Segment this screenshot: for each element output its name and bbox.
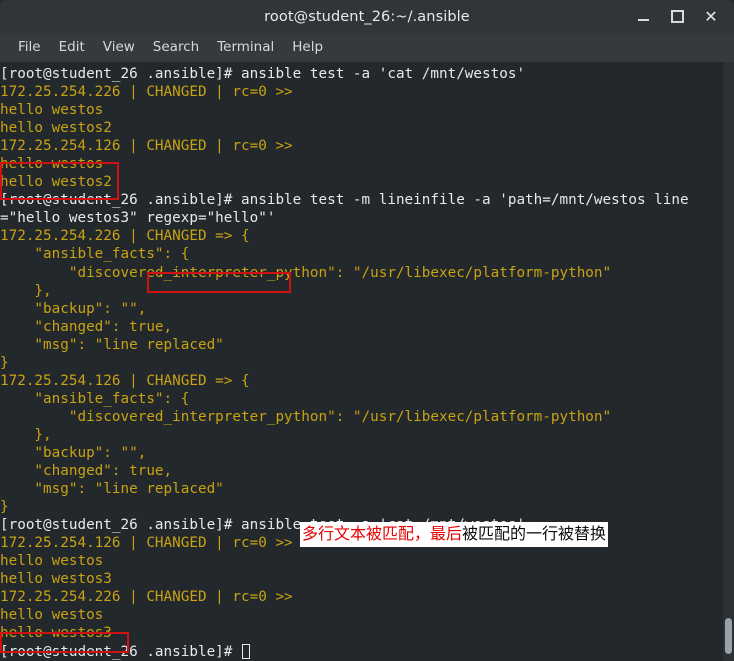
terminal-line: hello westos2 (0, 173, 723, 191)
terminal-line: } (0, 498, 723, 516)
terminal-line: 172.25.254.226 | CHANGED | rc=0 >> (0, 588, 723, 606)
maximize-button[interactable] (660, 0, 694, 33)
terminal-line: [root@student_26 .ansible]# (0, 643, 723, 661)
terminal-line-text: "backup": "", (0, 444, 147, 461)
terminal-line-text: 172.25.254.226 | CHANGED | rc=0 >> (0, 589, 293, 606)
terminal-line-text: hello westos (0, 607, 104, 624)
terminal-line-text: 172.25.254.226 | CHANGED => { (0, 228, 250, 245)
maximize-icon (670, 10, 684, 23)
terminal-line: hello westos (0, 101, 723, 119)
terminal-line-text: hello westos (0, 102, 104, 119)
menu-item-view[interactable]: View (94, 37, 144, 58)
menu-item-help[interactable]: Help (283, 37, 332, 58)
terminal-line: "ansible_facts": { (0, 390, 723, 408)
minimize-icon (637, 19, 649, 21)
scrollbar-track[interactable] (723, 62, 734, 661)
terminal-line-text: "ansible_facts": { (0, 246, 190, 263)
terminal-line-text: 172.25.254.126 | CHANGED => { (0, 372, 250, 389)
terminal-line: "backup": "", (0, 300, 723, 318)
terminal-line-text: "discovered_interpreter_python": "/usr/l… (0, 408, 612, 425)
terminal-line: hello westos3 (0, 570, 723, 588)
terminal-line-text: }, (0, 426, 52, 443)
terminal-line: hello westos3 (0, 624, 723, 642)
terminal-line-text: } (0, 499, 9, 516)
terminal-line: [root@student_26 .ansible]# ansible test… (0, 191, 723, 209)
menu-item-file[interactable]: File (9, 37, 50, 58)
terminal-line-text: "changed": true, (0, 463, 173, 480)
menu-item-search[interactable]: Search (144, 37, 208, 58)
minimize-button[interactable] (626, 0, 660, 33)
close-icon: ✕ (704, 6, 718, 26)
terminal-line: "msg": "line replaced" (0, 336, 723, 354)
terminal-line: "discovered_interpreter_python": "/usr/l… (0, 408, 723, 426)
terminal-line: } (0, 354, 723, 372)
terminal-line: "msg": "line replaced" (0, 480, 723, 498)
terminal-line: 172.25.254.226 | CHANGED => { (0, 227, 723, 245)
terminal-text: [root@student_26 .ansible]# ansible test… (0, 65, 723, 661)
terminal-line-text: hello westos3 (0, 625, 112, 642)
terminal-line-text: } (0, 354, 9, 371)
terminal-line-text: "changed": true, (0, 318, 173, 335)
terminal-line-text: "discovered_interpreter_python": "/usr/l… (0, 264, 612, 281)
menu-item-edit[interactable]: Edit (50, 37, 94, 58)
terminal-line-text: ="hello westos3" regexp="hello"' (0, 210, 276, 227)
terminal-line: hello westos (0, 155, 723, 173)
terminal-line: 172.25.254.126 | CHANGED => { (0, 372, 723, 390)
terminal-line-text: "msg": "line replaced" (0, 481, 224, 498)
menu-item-terminal[interactable]: Terminal (208, 37, 283, 58)
terminal-window: root@student_26:~/.ansible ✕ File Edit Vie… (0, 0, 734, 661)
annotation-text-red: 多行文本被匹配，最后 (302, 524, 463, 543)
terminal-line: hello westos2 (0, 119, 723, 137)
terminal-line-text: hello westos2 (0, 120, 112, 137)
window-controls: ✕ (626, 0, 728, 33)
terminal-line-text: hello westos (0, 553, 104, 570)
terminal-line: "ansible_facts": { (0, 245, 723, 263)
terminal-line-text: hello westos2 (0, 174, 112, 191)
terminal-line: [root@student_26 .ansible]# ansible test… (0, 65, 723, 83)
terminal-line: "changed": true, (0, 318, 723, 336)
terminal-line: "changed": true, (0, 462, 723, 480)
terminal-line-text: "msg": "line replaced" (0, 336, 224, 353)
terminal-line: "backup": "", (0, 444, 723, 462)
terminal-line: ="hello westos3" regexp="hello"' (0, 209, 723, 227)
scrollbar-thumb[interactable] (725, 618, 732, 654)
terminal-line: }, (0, 426, 723, 444)
terminal-line: hello westos (0, 606, 723, 624)
text-cursor (242, 643, 251, 659)
terminal-line: 172.25.254.226 | CHANGED | rc=0 >> (0, 83, 723, 101)
terminal-line-text: "backup": "", (0, 300, 147, 317)
terminal-line: 172.25.254.126 | CHANGED | rc=0 >> (0, 137, 723, 155)
menu-bar: File Edit View Search Terminal Help (0, 33, 734, 62)
close-button[interactable]: ✕ (694, 0, 728, 33)
chinese-annotation-note: 多行文本被匹配，最后被匹配的一行被替换 (300, 522, 609, 547)
terminal-line-text: hello westos (0, 156, 104, 173)
terminal-line-text: [root@student_26 .ansible]# (0, 643, 242, 660)
terminal-line-text: 172.25.254.226 | CHANGED | rc=0 >> (0, 84, 293, 101)
terminal-line-text: "ansible_facts": { (0, 390, 190, 407)
terminal-line: hello westos (0, 552, 723, 570)
terminal-line: "discovered_interpreter_python": "/usr/l… (0, 264, 723, 282)
terminal-line-text: 172.25.254.126 | CHANGED | rc=0 >> (0, 138, 293, 155)
terminal-line-text: [root@student_26 .ansible]# ansible test… (0, 192, 689, 209)
terminal-line-text: hello westos3 (0, 571, 112, 588)
title-bar: root@student_26:~/.ansible ✕ (0, 0, 734, 33)
terminal-line-text: }, (0, 282, 52, 299)
terminal-line-text: 172.25.254.126 | CHANGED | rc=0 >> (0, 535, 293, 552)
terminal-line-text: [root@student_26 .ansible]# ansible test… (0, 66, 526, 82)
annotation-text-black: 被匹配的一行被替换 (462, 524, 607, 543)
window-title: root@student_26:~/.ansible (264, 8, 470, 25)
terminal-line: }, (0, 282, 723, 300)
terminal-output-area[interactable]: [root@student_26 .ansible]# ansible test… (0, 62, 734, 661)
